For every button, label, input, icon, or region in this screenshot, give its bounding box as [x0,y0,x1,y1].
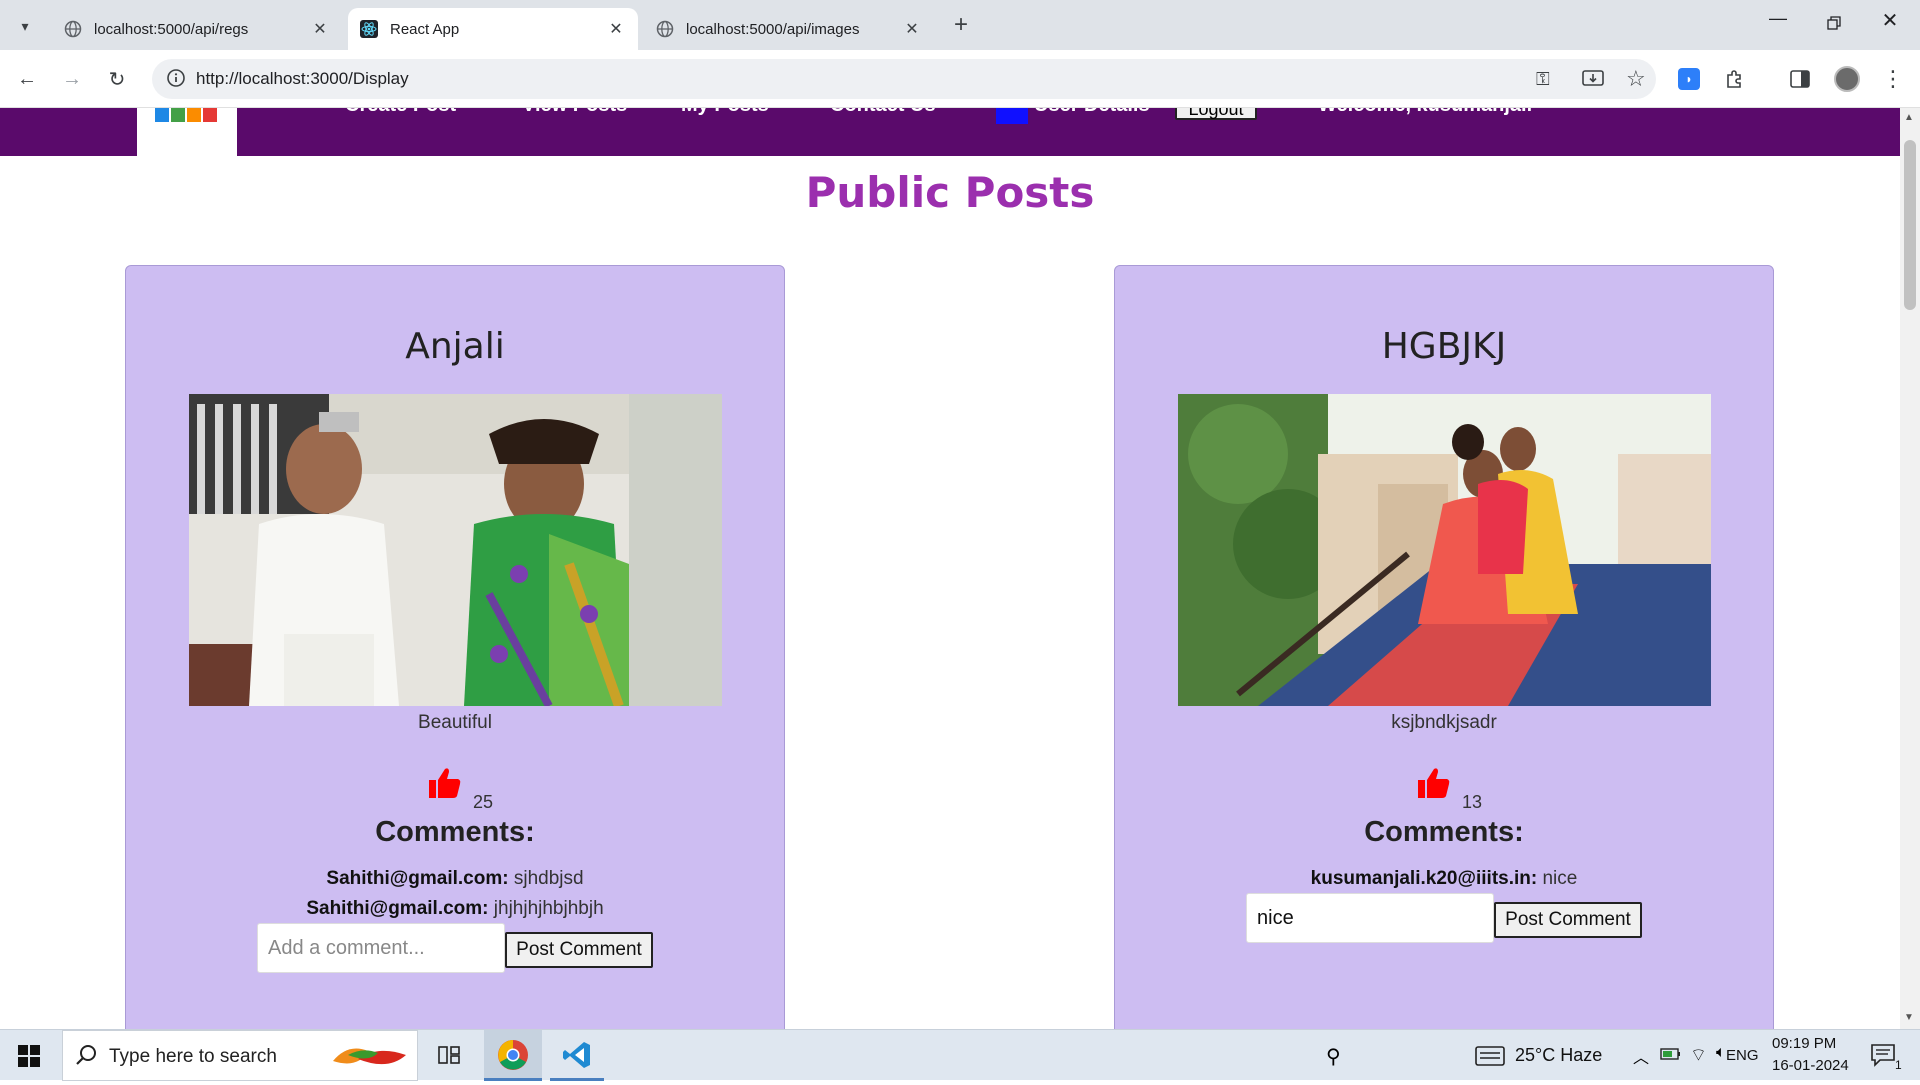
people-icon[interactable]: ⚲ [1326,1044,1341,1069]
nav-my-posts[interactable]: My Posts [681,108,769,117]
wifi-icon[interactable]: ⌔ [1690,1044,1707,1067]
comment: Sahithi@gmail.com: sjhdbjsd [126,868,784,890]
post-comment-button[interactable]: Post Comment [505,932,653,968]
comment-author: Sahithi@gmail.com: [326,868,509,889]
tab-title: localhost:5000/api/images [686,20,860,38]
post-card: HGBJKJ ksjbndkjsadr 13 Comments: kusuman… [1114,265,1774,1029]
nav-create-post[interactable]: Create Post [345,108,456,117]
comment-input[interactable] [257,923,505,973]
key-icon[interactable]: ⚿ [1536,69,1550,90]
profile-avatar[interactable] [1830,62,1864,96]
close-icon[interactable]: ✕ [902,19,922,39]
like-count: 13 [1462,792,1483,812]
comments-heading: Comments: [375,816,535,848]
restore-button[interactable] [1816,8,1852,38]
notification-icon[interactable] [1870,1042,1896,1073]
windows-start-icon[interactable] [18,1045,40,1072]
post-card: Anjali Beautiful 25 Comments: Sahithi@gm… [125,265,785,1029]
browser-tab-strip: ▾ localhost:5000/api/regs ✕ React App ✕ … [0,0,1920,50]
comments-heading: Comments: [1364,816,1524,848]
comment-text: jhjhjhjhbjhbjh [493,898,604,919]
post-caption: Beautiful [418,712,492,733]
comment-author: Sahithi@gmail.com: [306,898,489,919]
scroll-down-arrow[interactable]: ▼ [1904,1012,1914,1023]
blog-logo[interactable] [137,108,237,156]
post-caption: ksjbndkjsadr [1391,712,1497,733]
battery-icon[interactable] [1660,1046,1682,1067]
globe-icon [656,20,674,38]
tab-title: localhost:5000/api/regs [94,20,249,38]
language-indicator[interactable]: ENG [1726,1047,1759,1064]
tab-api-regs[interactable]: localhost:5000/api/regs ✕ [52,8,342,50]
site-info-icon[interactable] [166,68,186,93]
post-image [1178,394,1711,706]
task-view-icon[interactable] [438,1044,462,1071]
taskbar-search[interactable]: Type here to search [62,1030,418,1081]
comment-text: nice [1542,868,1578,889]
nav-view-posts[interactable]: View Posts [522,108,627,117]
chili-peppers-icon [328,1041,408,1078]
welcome-text: Welcome, kusumanjali [1318,108,1532,117]
install-app-icon[interactable] [1582,69,1604,94]
scrollbar-thumb[interactable] [1904,140,1916,310]
reload-icon[interactable]: ↻ [100,62,134,96]
post-title: HGBJKJ [1381,326,1507,367]
page-title: Public Posts [805,168,1095,217]
minimize-button[interactable]: — [1760,8,1796,38]
post-title: Anjali [405,326,505,367]
chevron-up-icon[interactable]: ︿ [1633,1044,1649,1068]
weather-icon [1475,1045,1505,1072]
like-row: 13 [1115,766,1773,816]
thumbs-up-icon[interactable] [428,766,462,800]
comment: kusumanjali.k20@iiits.in: nice [1115,868,1773,890]
chrome-taskbar-icon[interactable] [484,1030,542,1081]
puzzle-extensions-icon[interactable] [1718,62,1752,96]
side-panel-icon[interactable] [1783,62,1817,96]
forward-icon[interactable]: → [55,62,89,96]
search-placeholder: Type here to search [109,1046,277,1067]
menu-icon[interactable]: ⋮ [1876,62,1910,96]
logout-button[interactable]: Logout [1175,108,1257,120]
tab-react-app[interactable]: React App ✕ [348,8,638,50]
bookmark-star-icon[interactable]: ☆ [1626,66,1646,92]
clock-time[interactable]: 09:19 PM [1772,1035,1836,1052]
page-scrollbar[interactable]: ▲ ▼ [1900,108,1920,1029]
post-image [189,394,722,706]
site-navbar: Create Post View Posts My Posts Contact … [0,108,1900,156]
user-details-icon [996,108,1028,124]
react-icon [360,20,378,38]
close-window-button[interactable]: ✕ [1872,8,1908,38]
post-comment-button[interactable]: Post Comment [1494,902,1642,938]
clock-date[interactable]: 16-01-2024 [1772,1057,1849,1074]
tab-title: React App [390,20,460,38]
comment-author: kusumanjali.k20@iiits.in: [1310,868,1538,889]
comment: Sahithi@gmail.com: jhjhjhjhbjhbjh [126,898,784,920]
tab-api-images[interactable]: localhost:5000/api/images ✕ [644,8,934,50]
like-row: 25 [126,766,784,816]
address-bar[interactable]: http://localhost:3000/Display ⚿ ☆ [152,59,1656,99]
comment-input[interactable] [1246,893,1494,943]
notification-count: 1 [1895,1058,1902,1072]
nav-contact-us[interactable]: Contact Us [830,108,936,117]
new-tab-button[interactable]: + [946,10,976,40]
search-icon [75,1044,97,1071]
back-icon[interactable]: ← [10,62,44,96]
comment-text: sjhdbjsd [513,868,584,889]
thumbs-up-icon[interactable] [1417,766,1451,800]
globe-icon [64,20,82,38]
nav-user-details[interactable]: User Details [1034,108,1150,117]
extension-icon[interactable]: ◗ [1672,62,1706,96]
like-count: 25 [473,792,494,812]
tab-search-button[interactable]: ▾ [10,12,40,40]
scroll-up-arrow[interactable]: ▲ [1904,112,1914,123]
url-text: http://localhost:3000/Display [196,69,409,88]
close-icon[interactable]: ✕ [606,19,626,39]
weather-text[interactable]: 25°C Haze [1515,1045,1602,1066]
vscode-taskbar-icon[interactable] [550,1030,604,1081]
close-icon[interactable]: ✕ [310,19,330,39]
volume-icon[interactable]: 🔈︎ [1716,1044,1726,1062]
page-viewport: Create Post View Posts My Posts Contact … [0,108,1900,1029]
windows-taskbar: Type here to search ⚲ 25°C Haze ︿ ⌔ 🔈︎ E… [0,1029,1920,1081]
browser-toolbar: ← → ↻ http://localhost:3000/Display ⚿ ☆ … [0,50,1920,108]
